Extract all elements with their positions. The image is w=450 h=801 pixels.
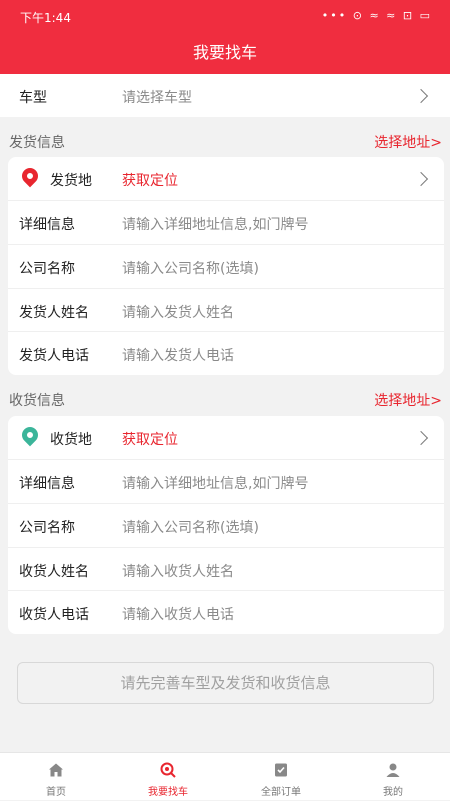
origin-get-location[interactable]: 获取定位 [122, 170, 178, 190]
origin-company-label: 公司名称 [19, 261, 75, 277]
vehicle-type-label: 车型 [19, 90, 47, 106]
orders-icon [275, 763, 287, 777]
tab-find-car-label: 我要找车 [148, 787, 188, 798]
receiver-phone-label: 收货人电话 [19, 607, 89, 623]
home-icon [49, 763, 63, 777]
dest-company-label: 公司名称 [19, 520, 75, 536]
tab-home-label: 首页 [46, 787, 66, 798]
origin-detail-input[interactable]: 请输入详细地址信息,如门牌号 [122, 214, 308, 234]
receiver-name-label: 收货人姓名 [19, 564, 89, 580]
receiving-section-title: 收货信息 [9, 393, 65, 409]
origin-detail-label: 详细信息 [19, 217, 75, 233]
tab-bar: 首页 我要找车 全部订单 我的 [0, 752, 450, 800]
status-bar: 下午1:44 ••• ⊙ ≈ ≈ ⊡ ▭ [0, 0, 450, 32]
shipping-select-address-link[interactable]: 选择地址> [374, 132, 442, 152]
submit-button[interactable]: 请先完善车型及发货和收货信息 [17, 662, 434, 704]
dest-detail-row[interactable]: 详细信息 请输入详细地址信息,如门牌号 [8, 459, 444, 502]
page-title: 我要找车 [192, 43, 257, 62]
origin-detail-row[interactable]: 详细信息 请输入详细地址信息,如门牌号 [8, 200, 444, 243]
dest-detail-input[interactable]: 请输入详细地址信息,如门牌号 [122, 473, 308, 493]
origin-label: 发货地 [50, 173, 92, 189]
receiving-select-address-link[interactable]: 选择地址> [374, 390, 442, 410]
chevron-right-icon [413, 171, 429, 187]
sender-phone-row[interactable]: 发货人电话 请输入发货人电话 [8, 331, 444, 374]
dest-company-input[interactable]: 请输入公司名称(选填) [122, 517, 259, 537]
status-icons: ••• ⊙ ≈ ≈ ⊡ ▭ [321, 9, 432, 22]
status-time: 下午1:44 [20, 11, 71, 25]
tab-mine[interactable]: 我的 [337, 753, 449, 801]
vehicle-type-placeholder: 请选择车型 [122, 90, 192, 106]
sender-name-label: 发货人姓名 [19, 305, 89, 321]
chevron-right-icon [413, 430, 429, 446]
location-pin-icon [18, 423, 42, 447]
origin-company-input[interactable]: 请输入公司名称(选填) [122, 258, 259, 278]
receiving-card: 收货地 获取定位 详细信息 请输入详细地址信息,如门牌号 公司名称 请输入公司名… [8, 416, 444, 634]
sender-phone-label: 发货人电话 [19, 348, 89, 364]
tab-mine-label: 我的 [383, 787, 403, 798]
user-icon [386, 763, 400, 777]
tab-orders[interactable]: 全部订单 [225, 753, 337, 801]
sender-phone-input[interactable]: 请输入发货人电话 [122, 345, 234, 365]
receiver-phone-row[interactable]: 收货人电话 请输入收货人电话 [8, 590, 444, 633]
sender-name-row[interactable]: 发货人姓名 请输入发货人姓名 [8, 288, 444, 331]
receiver-phone-input[interactable]: 请输入收货人电话 [122, 604, 234, 624]
origin-company-row[interactable]: 公司名称 请输入公司名称(选填) [8, 244, 444, 287]
dest-row[interactable]: 收货地 获取定位 [8, 416, 444, 459]
dest-detail-label: 详细信息 [19, 476, 75, 492]
shipping-card: 发货地 获取定位 详细信息 请输入详细地址信息,如门牌号 公司名称 请输入公司名… [8, 157, 444, 375]
location-pin-icon [18, 164, 42, 188]
dest-company-row[interactable]: 公司名称 请输入公司名称(选填) [8, 503, 444, 546]
tab-home[interactable]: 首页 [0, 753, 112, 801]
header-bar: 我要找车 [0, 32, 450, 74]
sender-name-input[interactable]: 请输入发货人姓名 [122, 302, 234, 322]
tab-orders-label: 全部订单 [261, 787, 301, 798]
dest-get-location[interactable]: 获取定位 [122, 429, 178, 449]
receiver-name-input[interactable]: 请输入收货人姓名 [122, 561, 234, 581]
dest-label: 收货地 [50, 432, 92, 448]
chevron-right-icon [413, 88, 429, 104]
vehicle-type-row[interactable]: 车型 请选择车型 [0, 74, 450, 117]
search-car-icon [160, 762, 176, 778]
shipping-section-title: 发货信息 [9, 135, 65, 151]
tab-find-car[interactable]: 我要找车 [112, 753, 224, 801]
origin-row[interactable]: 发货地 获取定位 [8, 157, 444, 200]
receiver-name-row[interactable]: 收货人姓名 请输入收货人姓名 [8, 547, 444, 590]
